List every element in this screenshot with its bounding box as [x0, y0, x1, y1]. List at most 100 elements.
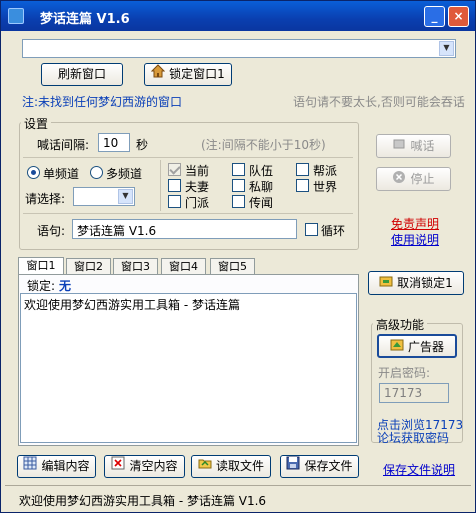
minimize-button[interactable]: _ [424, 6, 445, 27]
title-bar: 梦话连篇 V1.6 _ × [1, 1, 475, 31]
stop-icon [392, 169, 406, 191]
multi-channel-label: 多频道 [106, 167, 143, 181]
unlock-label: 取消锁定1 [397, 276, 453, 290]
tab-label: 窗口2 [74, 260, 103, 273]
tab-label: 窗口3 [121, 260, 150, 273]
interval-label: 喊话间隔: [37, 138, 90, 152]
main-window: 梦话连篇 V1.6 _ × ▼ 刷新窗口 锁定窗口1 注:未找到任何梦幻西游的窗… [0, 0, 476, 513]
megaphone-icon [390, 337, 404, 359]
clear-content-label: 清空内容 [129, 459, 178, 473]
channel-checkbox-current[interactable] [168, 163, 181, 176]
lock-window-button[interactable]: 锁定窗口1 [144, 63, 232, 86]
house-icon [150, 64, 166, 85]
hint-text: 语句请不要太长,否则可能会吞话 [293, 95, 465, 109]
grid-icon [23, 456, 37, 477]
channel-checkbox-rumor[interactable] [232, 195, 245, 208]
sentence-input[interactable]: 梦话连篇 V1.6 [72, 219, 297, 239]
unlock-icon [379, 273, 393, 295]
refresh-window-label: 刷新窗口 [57, 67, 106, 81]
save-doc-link[interactable]: 保存文件说明 [383, 461, 455, 478]
save-file-button[interactable]: 保存文件 [280, 455, 359, 478]
chevron-down-icon[interactable]: ▼ [118, 189, 133, 204]
password-label: 开启密码: [378, 366, 431, 380]
shout-label: 喊话 [410, 139, 435, 153]
channel-label-sect: 门派 [185, 196, 210, 210]
window-select[interactable]: ▼ [22, 39, 456, 58]
close-button[interactable]: × [448, 6, 469, 27]
divider [23, 157, 353, 158]
app-icon [8, 8, 24, 24]
channel-label-rumor: 传闻 [249, 196, 274, 210]
shout-icon [392, 136, 406, 158]
channel-label-world: 世界 [313, 180, 338, 194]
read-file-label: 读取文件 [215, 459, 264, 473]
tab-window-4[interactable]: 窗口4 [161, 258, 206, 274]
channel-checkbox-sect[interactable] [168, 195, 181, 208]
tab-window-3[interactable]: 窗口3 [113, 258, 158, 274]
content-text: 欢迎使用梦幻西游实用工具箱 - 梦话连篇 [24, 298, 240, 312]
save-file-label: 保存文件 [304, 459, 353, 473]
tab-label: 窗口1 [26, 259, 56, 272]
divider [23, 213, 353, 214]
status-text: 欢迎使用梦幻西游实用工具箱 - 梦话连篇 V1.6 [19, 494, 267, 508]
channel-checkbox-guild[interactable] [296, 163, 309, 176]
channel-select[interactable]: ▼ [73, 187, 135, 206]
content-textarea[interactable]: 欢迎使用梦幻西游实用工具箱 - 梦话连篇 [20, 293, 357, 443]
stop-label: 停止 [410, 172, 435, 186]
interval-value: 10 [103, 136, 119, 150]
advanced-title: 高级功能 [373, 316, 428, 333]
stop-button[interactable]: 停止 [376, 167, 451, 191]
password-input[interactable]: 17173 [379, 383, 449, 403]
panel-lock-value: 无 [59, 279, 72, 293]
interval-unit: 秒 [136, 138, 149, 152]
lock-window-label: 锁定窗口1 [169, 67, 225, 81]
ad-label: 广告器 [407, 340, 444, 354]
tab-label: 窗口4 [169, 260, 198, 273]
unlock-button[interactable]: 取消锁定1 [368, 271, 464, 295]
save-disk-icon [286, 456, 300, 477]
channel-checkbox-couple[interactable] [168, 179, 181, 192]
multi-channel-radio[interactable] [90, 166, 103, 179]
read-file-button[interactable]: 读取文件 [191, 455, 271, 478]
channel-checkbox-team[interactable] [232, 163, 245, 176]
status-bar: 欢迎使用梦幻西游实用工具箱 - 梦话连篇 V1.6 [5, 485, 471, 509]
sentence-label: 语句: [37, 224, 66, 238]
notice-text: 注:未找到任何梦幻西游的窗口 [22, 95, 183, 109]
interval-input[interactable]: 10 [98, 133, 130, 152]
password-placeholder: 17173 [384, 386, 423, 400]
channel-label-private: 私聊 [249, 180, 274, 194]
get-password-link[interactable]: 点击浏览17173论坛获取密码 [377, 419, 467, 445]
edit-content-button[interactable]: 编辑内容 [17, 455, 96, 478]
select-label: 请选择: [25, 192, 66, 206]
ad-button[interactable]: 广告器 [377, 334, 457, 358]
channel-checkbox-private[interactable] [232, 179, 245, 192]
loop-label: 循环 [321, 224, 346, 238]
refresh-window-button[interactable]: 刷新窗口 [41, 63, 123, 86]
chevron-down-icon[interactable]: ▼ [439, 41, 454, 56]
tab-label: 窗口5 [218, 260, 247, 273]
shout-button[interactable]: 喊话 [376, 134, 451, 158]
tab-window-1[interactable]: 窗口1 [18, 257, 64, 275]
clear-icon [111, 456, 125, 477]
channel-label-guild: 帮派 [313, 164, 338, 178]
tab-window-5[interactable]: 窗口5 [210, 258, 255, 274]
folder-open-icon [198, 456, 212, 477]
channel-label-team: 队伍 [249, 164, 274, 178]
channel-label-current: 当前 [185, 164, 210, 178]
edit-content-label: 编辑内容 [41, 459, 90, 473]
single-channel-radio[interactable] [27, 166, 40, 179]
interval-note: (注:间隔不能小于10秒) [201, 138, 326, 152]
settings-title: 设置 [21, 115, 52, 132]
divider [160, 160, 161, 211]
single-channel-label: 单频道 [43, 167, 80, 181]
window-title: 梦话连篇 V1.6 [40, 12, 130, 27]
tab-window-2[interactable]: 窗口2 [66, 258, 111, 274]
channel-label-couple: 夫妻 [185, 180, 210, 194]
manual-link[interactable]: 使用说明 [391, 231, 439, 248]
disclaimer-link[interactable]: 免责声明 [391, 215, 439, 232]
panel-lock-label: 锁定: [27, 279, 56, 293]
clear-content-button[interactable]: 清空内容 [104, 455, 185, 478]
sentence-value: 梦话连篇 V1.6 [77, 224, 157, 238]
channel-checkbox-world[interactable] [296, 179, 309, 192]
loop-checkbox[interactable] [305, 223, 318, 236]
